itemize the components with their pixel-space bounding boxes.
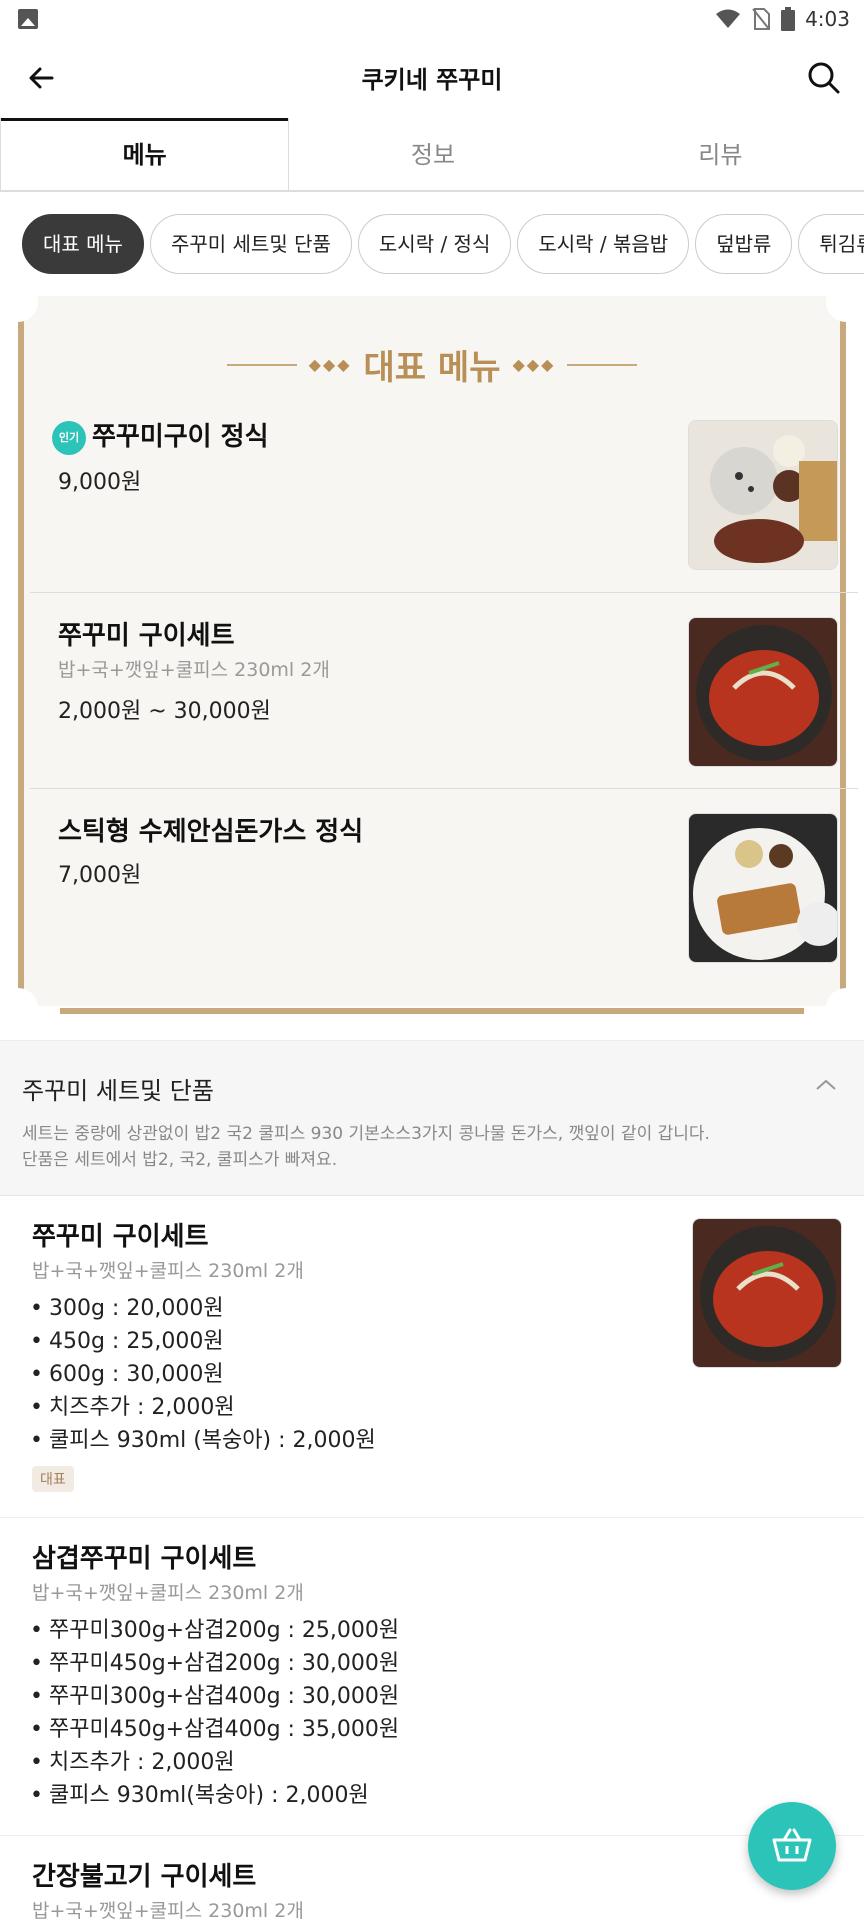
menu-item-name: 쭈꾸미 구이세트 xyxy=(32,1222,209,1252)
food-photo xyxy=(688,420,838,570)
tab-review[interactable]: 리뷰 xyxy=(577,118,864,190)
food-photo xyxy=(692,1218,842,1368)
chip-fried[interactable]: 튀김류 xyxy=(798,214,864,274)
section-note-line: 단품은 세트에서 밥2, 국2, 쿨피스가 빠져요. xyxy=(22,1150,338,1170)
basket-icon xyxy=(772,1828,812,1862)
option-line: 쭈꾸미450g+삼겹400g : 35,000원 xyxy=(30,1713,399,1746)
status-bar: 4:03 xyxy=(0,0,864,38)
diamond-ornament-icon: ◆◆◆ xyxy=(512,355,556,374)
featured-title: ◆◆◆ 대표 메뉴 ◆◆◆ xyxy=(24,340,840,389)
cart-button[interactable] xyxy=(748,1802,836,1890)
option-line: 치즈추가 : 2,000원 xyxy=(30,1746,399,1779)
menu-item-options: 쭈꾸미300g+삼겹200g : 25,000원 쭈꾸미450g+삼겹200g … xyxy=(30,1614,399,1812)
chip-lunchbox-friedrice[interactable]: 도시락 / 볶음밥 xyxy=(517,214,690,274)
option-line: 쭈꾸미300g+삼겹400g : 30,000원 xyxy=(30,1680,399,1713)
diamond-ornament-icon: ◆◆◆ xyxy=(308,355,352,374)
featured-item-price: 7,000원 xyxy=(58,863,142,888)
menu-item-name: 삼겹쭈꾸미 구이세트 xyxy=(32,1544,257,1574)
option-line: 300g : 20,000원 xyxy=(30,1292,376,1325)
menu-item-name: 간장불고기 구이세트 xyxy=(32,1862,257,1892)
search-icon[interactable] xyxy=(804,58,844,98)
featured-item-price: 9,000원 xyxy=(58,470,142,495)
menu-item[interactable]: 쭈꾸미 구이세트 밥+국+깻잎+쿨피스 230ml 2개 300g : 20,0… xyxy=(0,1196,864,1518)
menu-item-desc: 밥+국+깻잎+쿨피스 230ml 2개 xyxy=(32,1582,304,1604)
featured-item-name: 스틱형 수제안심돈가스 정식 xyxy=(58,817,364,847)
menu-item[interactable]: 삼겹쭈꾸미 구이세트 밥+국+깻잎+쿨피스 230ml 2개 쭈꾸미300g+삼… xyxy=(0,1518,864,1836)
section-title: 주꾸미 세트및 단품 xyxy=(22,1077,214,1105)
frame-corner xyxy=(0,988,38,1028)
tab-info[interactable]: 정보 xyxy=(289,118,576,190)
divider xyxy=(567,363,638,366)
featured-item-name: 쭈꾸미 구이세트 xyxy=(58,621,235,651)
tab-menu[interactable]: 메뉴 xyxy=(0,118,290,190)
featured-frame: ◆◆◆ 대표 메뉴 ◆◆◆ 인기 쭈꾸미구이 정식 9,000원 쭈꾸미 구이세트… xyxy=(18,296,858,1014)
section-note-line: 세트는 중량에 상관없이 밥2 국2 쿨피스 930 기본소스3가지 콩나물 돈… xyxy=(22,1124,710,1144)
status-time: 4:03 xyxy=(805,7,850,31)
battery-icon xyxy=(781,7,796,31)
option-line: 치즈추가 : 2,000원 xyxy=(30,1391,376,1424)
page-title: 쿠키네 쭈꾸미 xyxy=(361,66,503,94)
chevron-up-icon[interactable] xyxy=(814,1073,838,1097)
app-bar: 쿠키네 쭈꾸미 xyxy=(0,38,864,118)
option-line: 쿨피스 930ml (복숭아) : 2,000원 xyxy=(30,1424,376,1457)
chip-lunchbox-meal[interactable]: 도시락 / 정식 xyxy=(357,214,512,274)
option-line: 쭈꾸미450g+삼겹200g : 30,000원 xyxy=(30,1647,399,1680)
option-line: 600g : 30,000원 xyxy=(30,1358,376,1391)
frame-corner xyxy=(826,988,864,1028)
menu-item[interactable]: 간장불고기 구이세트 밥+국+깻잎+쿨피스 230ml 2개 xyxy=(0,1836,864,1920)
section-note: 세트는 중량에 상관없이 밥2 국2 쿨피스 930 기본소스3가지 콩나물 돈… xyxy=(22,1121,710,1173)
option-line: 450g : 25,000원 xyxy=(30,1325,376,1358)
option-line: 쿨피스 930ml(복숭아) : 2,000원 xyxy=(30,1779,399,1812)
food-photo xyxy=(688,813,838,963)
divider xyxy=(226,363,297,366)
chip-rice-bowl[interactable]: 덮밥류 xyxy=(695,214,793,274)
menu-item-desc: 밥+국+깻잎+쿨피스 230ml 2개 xyxy=(32,1900,304,1920)
menu-item-desc: 밥+국+깻잎+쿨피스 230ml 2개 xyxy=(32,1260,304,1282)
tab-bar: 메뉴 정보 리뷰 xyxy=(0,118,864,192)
popular-badge: 인기 xyxy=(52,420,86,455)
frame-corner xyxy=(826,282,864,322)
chip-featured[interactable]: 대표 메뉴 xyxy=(22,214,144,274)
menu-item-options: 300g : 20,000원 450g : 25,000원 600g : 30,… xyxy=(30,1292,376,1457)
chip-set[interactable]: 주꾸미 세트및 단품 xyxy=(149,214,352,274)
no-sim-icon xyxy=(752,8,771,30)
featured-item[interactable]: 스틱형 수제안심돈가스 정식 7,000원 xyxy=(30,788,858,984)
featured-title-text: 대표 메뉴 xyxy=(363,348,501,388)
featured-menu-card: ◆◆◆ 대표 메뉴 ◆◆◆ 인기 쭈꾸미구이 정식 9,000원 쭈꾸미 구이세트… xyxy=(0,282,864,1028)
featured-tag: 대표 xyxy=(32,1466,74,1492)
wifi-icon xyxy=(716,9,741,28)
featured-item-price: 2,000원 ~ 30,000원 xyxy=(58,699,271,724)
option-line: 쭈꾸미300g+삼겹200g : 25,000원 xyxy=(30,1614,399,1647)
featured-item[interactable]: 인기 쭈꾸미구이 정식 9,000원 xyxy=(30,396,858,592)
featured-item[interactable]: 쭈꾸미 구이세트 밥+국+깻잎+쿨피스 230ml 2개 2,000원 ~ 30… xyxy=(30,592,858,788)
section-header[interactable]: 주꾸미 세트및 단품 세트는 중량에 상관없이 밥2 국2 쿨피스 930 기본… xyxy=(0,1040,864,1196)
featured-item-desc: 밥+국+깻잎+쿨피스 230ml 2개 xyxy=(58,659,330,681)
food-photo xyxy=(688,617,838,767)
image-notification-icon xyxy=(18,9,38,29)
featured-item-name: 인기 쭈꾸미구이 정식 xyxy=(52,416,269,455)
category-chips: 대표 메뉴주꾸미 세트및 단품도시락 / 정식도시락 / 볶음밥덮밥류튀김류 xyxy=(0,214,864,276)
